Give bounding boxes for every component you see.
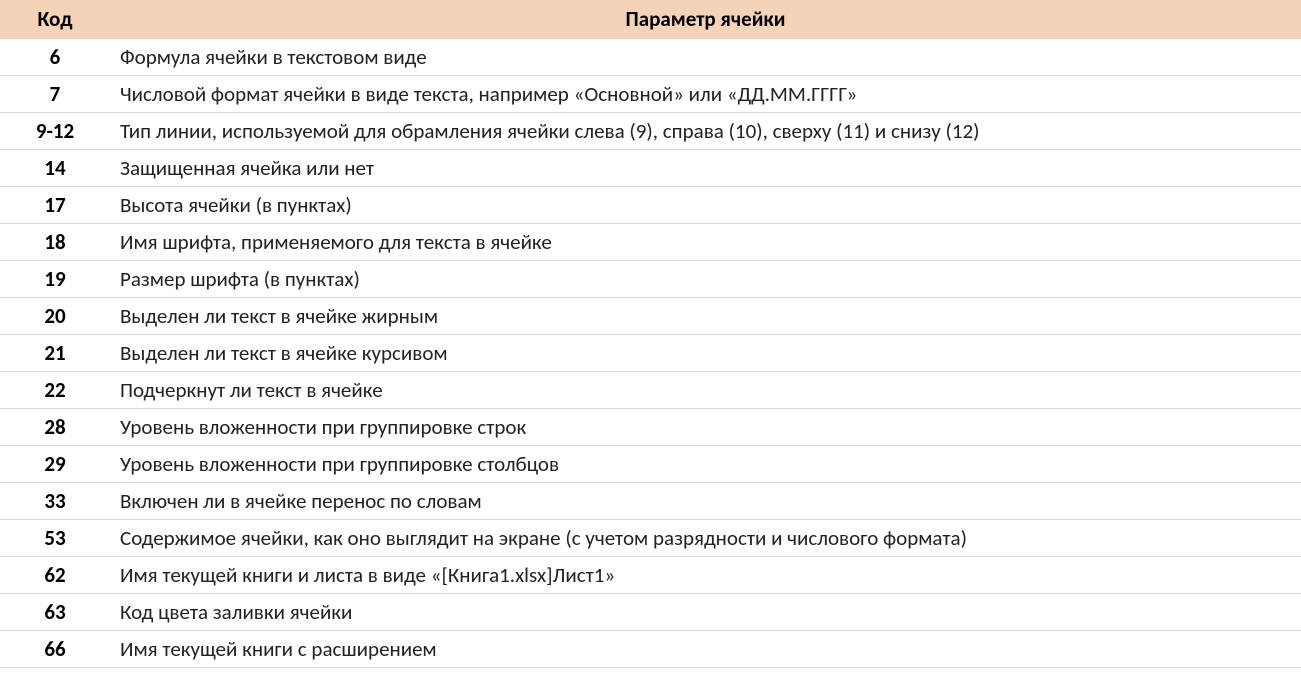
- table-row: 6Формула ячейки в текстовом виде: [0, 39, 1301, 76]
- table-row: 19Размер шрифта (в пунктах): [0, 261, 1301, 298]
- table-row: 17Высота ячейки (в пунктах): [0, 187, 1301, 224]
- code-cell: 7: [0, 76, 110, 113]
- code-cell: 29: [0, 446, 110, 483]
- param-cell: Выделен ли текст в ячейке курсивом: [110, 335, 1301, 372]
- code-cell: 21: [0, 335, 110, 372]
- code-cell: 63: [0, 594, 110, 631]
- header-param: Параметр ячейки: [110, 0, 1301, 39]
- param-cell: Имя текущей книги с расширением: [110, 631, 1301, 668]
- param-cell: Выделен ли текст в ячейке жирным: [110, 298, 1301, 335]
- param-cell: Содержимое ячейки, как оно выглядит на э…: [110, 520, 1301, 557]
- table-row: 20Выделен ли текст в ячейке жирным: [0, 298, 1301, 335]
- table-row: 9-12Тип линии, используемой для обрамлен…: [0, 113, 1301, 150]
- param-cell: Код цвета заливки ячейки: [110, 594, 1301, 631]
- code-cell: 6: [0, 39, 110, 76]
- table-row: 22Подчеркнут ли текст в ячейке: [0, 372, 1301, 409]
- table-row: 33Включен ли в ячейке перенос по словам: [0, 483, 1301, 520]
- code-cell: 17: [0, 187, 110, 224]
- table-row: 53Содержимое ячейки, как оно выглядит на…: [0, 520, 1301, 557]
- table-row: 63Код цвета заливки ячейки: [0, 594, 1301, 631]
- table-header-row: Код Параметр ячейки: [0, 0, 1301, 39]
- code-cell: 28: [0, 409, 110, 446]
- table-row: 18Имя шрифта, применяемого для текста в …: [0, 224, 1301, 261]
- table-row: 62Имя текущей книги и листа в виде «[Кни…: [0, 557, 1301, 594]
- code-cell: 62: [0, 557, 110, 594]
- cell-parameters-table: Код Параметр ячейки 6Формула ячейки в те…: [0, 0, 1301, 668]
- param-cell: Защищенная ячейка или нет: [110, 150, 1301, 187]
- code-cell: 66: [0, 631, 110, 668]
- code-cell: 19: [0, 261, 110, 298]
- code-cell: 9-12: [0, 113, 110, 150]
- param-cell: Уровень вложенности при группировке стол…: [110, 446, 1301, 483]
- code-cell: 20: [0, 298, 110, 335]
- code-cell: 22: [0, 372, 110, 409]
- param-cell: Формула ячейки в текстовом виде: [110, 39, 1301, 76]
- table-row: 29Уровень вложенности при группировке ст…: [0, 446, 1301, 483]
- param-cell: Уровень вложенности при группировке стро…: [110, 409, 1301, 446]
- code-cell: 33: [0, 483, 110, 520]
- table-row: 14Защищенная ячейка или нет: [0, 150, 1301, 187]
- header-code: Код: [0, 0, 110, 39]
- code-cell: 18: [0, 224, 110, 261]
- param-cell: Тип линии, используемой для обрамления я…: [110, 113, 1301, 150]
- table-row: 21Выделен ли текст в ячейке курсивом: [0, 335, 1301, 372]
- param-cell: Имя текущей книги и листа в виде «[Книга…: [110, 557, 1301, 594]
- param-cell: Включен ли в ячейке перенос по словам: [110, 483, 1301, 520]
- param-cell: Размер шрифта (в пунктах): [110, 261, 1301, 298]
- param-cell: Числовой формат ячейки в виде текста, на…: [110, 76, 1301, 113]
- code-cell: 53: [0, 520, 110, 557]
- code-cell: 14: [0, 150, 110, 187]
- param-cell: Имя шрифта, применяемого для текста в яч…: [110, 224, 1301, 261]
- table-row: 66Имя текущей книги с расширением: [0, 631, 1301, 668]
- param-cell: Подчеркнут ли текст в ячейке: [110, 372, 1301, 409]
- table-row: 28Уровень вложенности при группировке ст…: [0, 409, 1301, 446]
- param-cell: Высота ячейки (в пунктах): [110, 187, 1301, 224]
- table-row: 7Числовой формат ячейки в виде текста, н…: [0, 76, 1301, 113]
- table-body: 6Формула ячейки в текстовом виде7Числово…: [0, 39, 1301, 668]
